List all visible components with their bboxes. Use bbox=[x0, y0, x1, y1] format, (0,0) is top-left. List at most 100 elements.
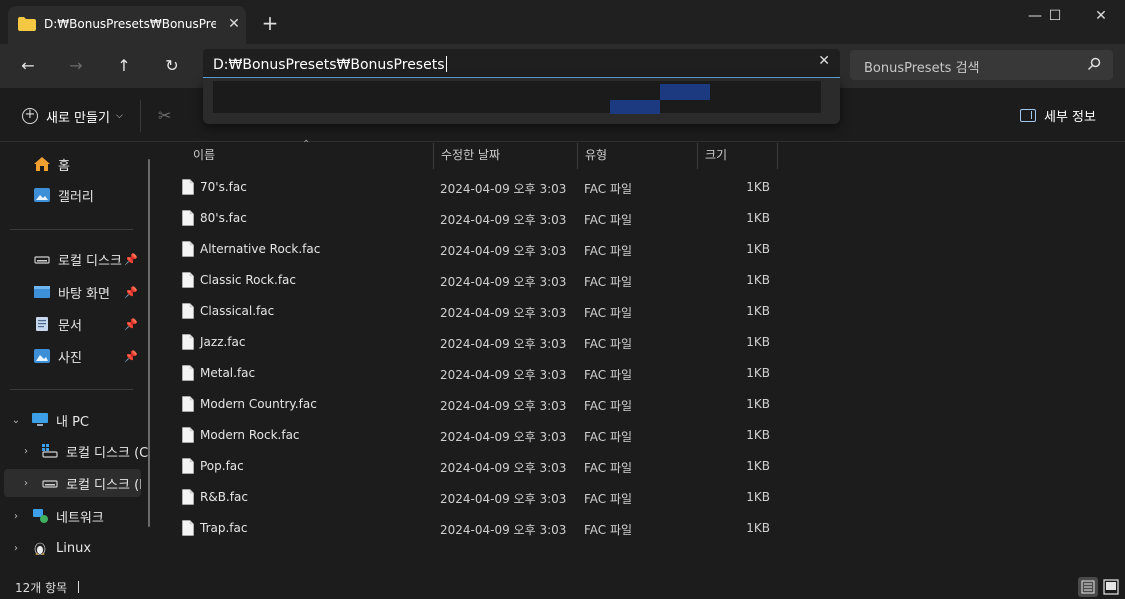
close-window-button[interactable]: ✕ bbox=[1081, 2, 1121, 30]
table-row[interactable]: Pop.fac 2024-04-09 오후 3:03 FAC 파일 1KB bbox=[172, 451, 772, 482]
file-type: FAC 파일 bbox=[584, 337, 633, 351]
chevron-right-icon[interactable]: › bbox=[10, 543, 22, 554]
file-name: Classical.fac bbox=[200, 304, 275, 318]
table-row[interactable]: Alternative Rock.fac 2024-04-09 오후 3:03 FA… bbox=[172, 234, 772, 265]
tab-current[interactable]: D:₩BonusPresets₩BonusPresets ✕ bbox=[8, 6, 246, 44]
divider bbox=[10, 389, 133, 390]
up-button[interactable]: ↑ bbox=[110, 52, 138, 80]
file-modified: 2024-04-09 오후 3:03 bbox=[440, 492, 567, 506]
sidebar-item-linux[interactable]: › Linux bbox=[0, 534, 150, 562]
new-tab-button[interactable]: + bbox=[258, 12, 282, 36]
sidebar-item-documents[interactable]: 문서 📌 bbox=[0, 310, 150, 338]
file-modified: 2024-04-09 오후 3:03 bbox=[440, 244, 567, 258]
file-type: FAC 파일 bbox=[584, 399, 633, 413]
file-type: FAC 파일 bbox=[584, 492, 633, 506]
column-header-name[interactable]: 이름 bbox=[186, 143, 434, 169]
chevron-down-icon[interactable]: ⌄ bbox=[10, 415, 22, 426]
table-row[interactable]: Metal.fac 2024-04-09 오후 3:03 FAC 파일 1KB bbox=[172, 358, 772, 389]
sidebar-item-label: 로컬 디스크 (C bbox=[66, 445, 149, 461]
file-size: 1KB bbox=[746, 211, 770, 225]
details-pane-icon bbox=[1020, 109, 1036, 122]
column-header-type[interactable]: 유형 bbox=[578, 143, 698, 169]
sidebar-item-label: 로컬 디스크 (D bbox=[66, 477, 141, 493]
navigation-pane: 홈 갤러리 로컬 디스크 📌 바탕 화면 📌 문서 📌 사진 📌 ⌄ 내 PC … bbox=[0, 143, 160, 575]
item-count: 12개 항목 bbox=[15, 581, 68, 595]
table-row[interactable]: Jazz.fac 2024-04-09 오후 3:03 FAC 파일 1KB bbox=[172, 327, 772, 358]
sidebar-item-desktop[interactable]: 바탕 화면 📌 bbox=[0, 278, 150, 306]
pin-icon[interactable]: 📌 bbox=[124, 253, 138, 266]
chevron-right-icon[interactable]: › bbox=[20, 478, 32, 489]
sidebar-item-home[interactable]: 홈 bbox=[0, 150, 150, 178]
sidebar-item-network[interactable]: › 네트워크 bbox=[0, 502, 150, 530]
table-row[interactable]: Modern Country.fac 2024-04-09 오후 3:03 FAC … bbox=[172, 389, 772, 420]
search-box[interactable]: BonusPresets 검색 bbox=[850, 50, 1113, 80]
file-size: 1KB bbox=[746, 242, 770, 256]
sidebar-item-pictures[interactable]: 사진 📌 bbox=[0, 342, 150, 370]
column-header-modified[interactable]: 수정한 날짜 bbox=[434, 143, 578, 169]
sidebar-scrollbar[interactable] bbox=[148, 159, 150, 527]
desktop-icon bbox=[34, 286, 50, 298]
sidebar-item-label: 로컬 디스크 bbox=[58, 253, 122, 269]
table-row[interactable]: Modern Rock.fac 2024-04-09 오후 3:03 FAC 파일 1… bbox=[172, 420, 772, 451]
file-icon bbox=[182, 458, 194, 474]
table-row[interactable]: 80's.fac 2024-04-09 오후 3:03 FAC 파일 1KB bbox=[172, 203, 772, 234]
pictures-icon bbox=[34, 349, 50, 363]
pin-icon[interactable]: 📌 bbox=[124, 318, 138, 331]
tab-close-icon[interactable]: ✕ bbox=[224, 14, 244, 34]
file-modified: 2024-04-09 오후 3:03 bbox=[440, 337, 567, 351]
pin-icon[interactable]: 📌 bbox=[124, 350, 138, 363]
tiles-view-icon bbox=[1103, 579, 1119, 595]
table-row[interactable]: Trap.fac 2024-04-09 오후 3:03 FAC 파일 1KB bbox=[172, 513, 772, 544]
file-name: Trap.fac bbox=[200, 521, 248, 535]
file-size: 1KB bbox=[746, 428, 770, 442]
suggestion-list[interactable] bbox=[213, 81, 821, 114]
forward-button[interactable]: → bbox=[62, 52, 90, 80]
table-row[interactable]: Classical.fac 2024-04-09 오후 3:03 FAC 파일 1KB bbox=[172, 296, 772, 327]
table-row[interactable]: R&B.fac 2024-04-09 오후 3:03 FAC 파일 1KB bbox=[172, 482, 772, 513]
clear-address-icon[interactable]: ✕ bbox=[818, 53, 830, 69]
cut-icon[interactable]: ✂ bbox=[158, 106, 171, 125]
sidebar-item-this-pc[interactable]: ⌄ 내 PC bbox=[0, 406, 150, 434]
file-size: 1KB bbox=[746, 459, 770, 473]
sidebar-item-gallery[interactable]: 갤러리 bbox=[0, 181, 150, 209]
file-list: ⌃ 이름 수정한 날짜 유형 크기 70's.fac 2024-04-09 오후 … bbox=[162, 139, 1125, 575]
sidebar-item-label: 내 PC bbox=[56, 414, 90, 430]
table-row[interactable]: Classic Rock.fac 2024-04-09 오후 3:03 FAC 파일… bbox=[172, 265, 772, 296]
file-type: FAC 파일 bbox=[584, 523, 633, 537]
folder-icon bbox=[18, 17, 36, 31]
table-row[interactable]: 70's.fac 2024-04-09 오후 3:03 FAC 파일 1KB bbox=[172, 172, 772, 203]
details-view-button[interactable] bbox=[1078, 577, 1098, 597]
file-modified: 2024-04-09 오후 3:03 bbox=[440, 523, 567, 537]
file-modified: 2024-04-09 오후 3:03 bbox=[440, 368, 567, 382]
file-type: FAC 파일 bbox=[584, 244, 633, 258]
sidebar-item-drive-d[interactable]: › 로컬 디스크 (D bbox=[4, 469, 141, 497]
title-bar: D:₩BonusPresets₩BonusPresets ✕ + — ☐ ✕ bbox=[0, 0, 1125, 44]
new-button[interactable]: + 새로 만들기 ⌵ bbox=[22, 106, 123, 126]
file-name: Pop.fac bbox=[200, 459, 244, 473]
back-button[interactable]: ← bbox=[14, 52, 42, 80]
search-input[interactable]: BonusPresets 검색 bbox=[864, 57, 980, 76]
tab-title: D:₩BonusPresets₩BonusPresets bbox=[44, 17, 216, 31]
refresh-button[interactable]: ↻ bbox=[158, 52, 186, 80]
address-input[interactable]: D:₩BonusPresets₩BonusPresets bbox=[213, 56, 447, 73]
large-icons-view-button[interactable] bbox=[1101, 577, 1121, 597]
file-type: FAC 파일 bbox=[584, 430, 633, 444]
plus-icon: + bbox=[22, 108, 38, 124]
file-type: FAC 파일 bbox=[584, 213, 633, 227]
file-name: Modern Country.fac bbox=[200, 397, 317, 411]
file-name: 80's.fac bbox=[200, 211, 247, 225]
column-header-size[interactable]: 크기 bbox=[698, 143, 778, 169]
sidebar-item-drive-c[interactable]: › 로컬 디스크 (C bbox=[0, 437, 150, 465]
address-bar[interactable]: D:₩BonusPresets₩BonusPresets ✕ bbox=[203, 49, 840, 79]
chevron-right-icon[interactable]: › bbox=[10, 511, 22, 522]
sidebar-item-local-disk[interactable]: 로컬 디스크 📌 bbox=[0, 245, 150, 273]
maximize-button[interactable]: ☐ bbox=[1035, 2, 1075, 30]
divider bbox=[10, 229, 133, 230]
chevron-right-icon[interactable]: › bbox=[20, 446, 32, 457]
file-size: 1KB bbox=[746, 273, 770, 287]
pin-icon[interactable]: 📌 bbox=[124, 286, 138, 299]
file-icon bbox=[182, 427, 194, 443]
details-pane-button[interactable]: 세부 정보 bbox=[1020, 106, 1096, 125]
file-size: 1KB bbox=[746, 366, 770, 380]
file-icon bbox=[182, 210, 194, 226]
